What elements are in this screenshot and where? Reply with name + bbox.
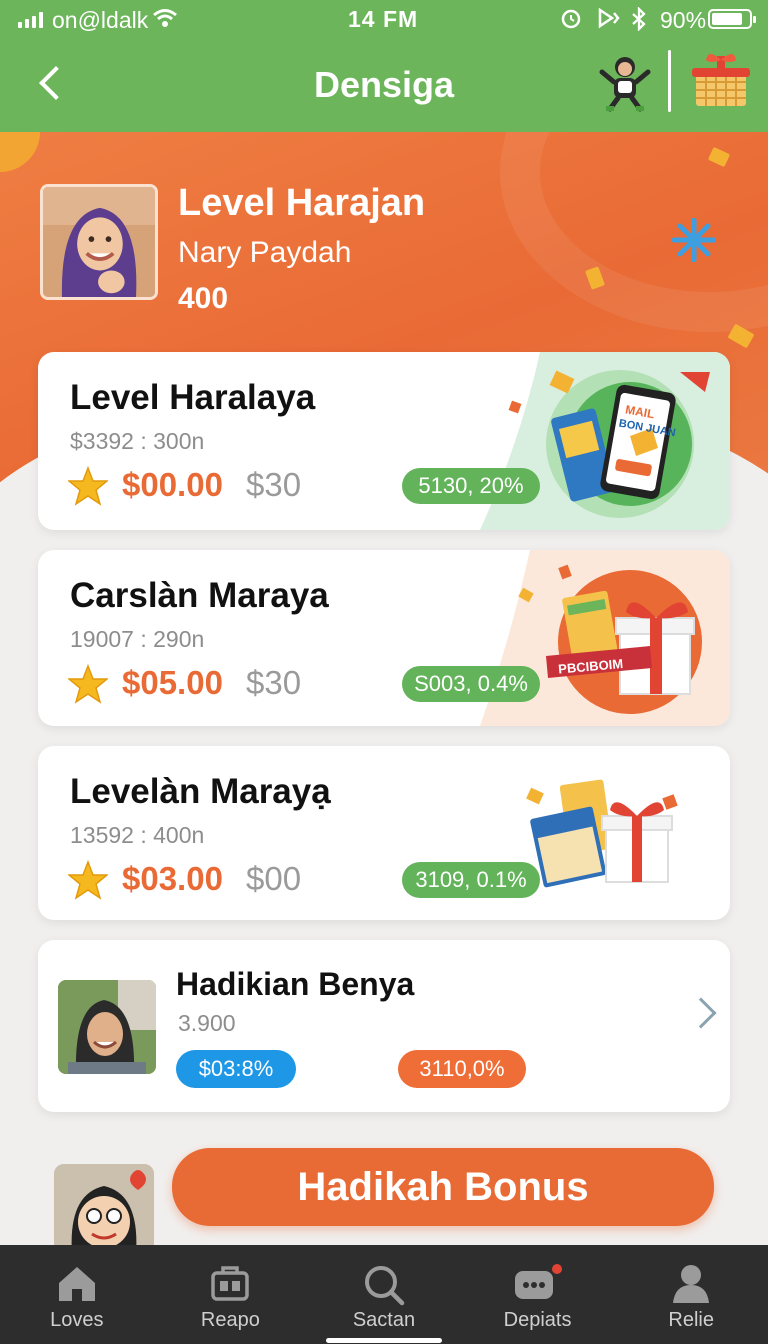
home-indicator <box>326 1338 442 1343</box>
offer-card[interactable]: MAIL BON JUAN Level Haralaya $3392 : 300… <box>38 352 730 530</box>
offer-card[interactable]: Levelàn Marayạ 13592 : 400n $03.00 $00 3… <box>38 746 730 920</box>
nav-item-reapo[interactable]: Reapo <box>154 1245 308 1344</box>
bonus-mascot-avatar <box>54 1164 154 1254</box>
offer-title: Carslàn Maraya <box>70 576 329 615</box>
star-icon <box>68 664 108 704</box>
offer-badge: 5130, 20% <box>402 468 540 504</box>
snowflake-icon <box>672 218 716 262</box>
star-icon <box>68 860 108 900</box>
profile-name: Nary Paydah <box>178 236 352 269</box>
search-icon <box>364 1266 405 1306</box>
gift-basket-icon[interactable] <box>690 48 752 110</box>
offer-title: Level Haralaya <box>70 378 316 417</box>
clock: 14 FM <box>348 6 419 32</box>
star-icon <box>68 466 108 506</box>
profile-level-title: Level Harajan <box>178 182 426 224</box>
chat-icon <box>514 1264 562 1299</box>
briefcase-icon <box>211 1266 250 1301</box>
header-divider <box>668 50 671 112</box>
nav-label: Sactan <box>352 1309 416 1331</box>
nav-item-loves[interactable]: Loves <box>0 1245 154 1344</box>
offer-title: Levelàn Marayạ <box>70 772 331 811</box>
featured-card[interactable]: Hadikian Benya 3.900 $03:8% 3110,0% <box>38 940 730 1112</box>
chevron-right-icon[interactable] <box>685 997 717 1029</box>
offer-old-price: $30 <box>246 664 302 701</box>
battery-percent: 90% <box>660 7 707 33</box>
offer-meta: 13592 : 400n <box>70 822 205 848</box>
app-header: on@ldalk 14 FM 90% Densiga <box>0 0 768 132</box>
nav-label: Loves <box>50 1309 104 1331</box>
offer-old-price: $00 <box>246 860 302 897</box>
featured-avatar <box>58 980 156 1074</box>
nav-label: Relie <box>668 1309 714 1331</box>
offer-meta: 19007 : 290n <box>70 626 205 652</box>
hero-decoration <box>500 132 768 332</box>
bonus-button[interactable]: Hadikah Bonus <box>172 1148 714 1226</box>
status-bar: on@ldalk 14 FM 90% <box>0 0 768 40</box>
nav-item-relie[interactable]: Relie <box>614 1245 768 1344</box>
rotation-lock-icon <box>598 7 620 29</box>
bluetooth-icon <box>632 7 646 31</box>
alarm-icon <box>561 9 581 29</box>
nav-label: Depiats <box>503 1309 572 1331</box>
featured-pill-blue: $03:8% <box>176 1050 296 1088</box>
profile-icon <box>673 1265 710 1303</box>
user-avatar[interactable] <box>40 184 158 300</box>
featured-pill-orange: 3110,0% <box>398 1050 526 1088</box>
offer-meta: $3392 : 300n <box>70 428 205 454</box>
nav-label: Reapo <box>200 1309 260 1331</box>
offer-price: $03.00 <box>122 860 223 897</box>
nav-item-sactan[interactable]: Sactan <box>307 1245 461 1344</box>
confetti <box>0 132 40 172</box>
featured-meta: 3.900 <box>178 1010 236 1036</box>
signal-icon <box>18 12 43 28</box>
nav-item-depiats[interactable]: Depiats <box>461 1245 615 1344</box>
offer-price: $00.00 <box>122 466 223 503</box>
home-icon <box>58 1267 95 1301</box>
offer-badge: S003, 0.4% <box>402 666 540 702</box>
wifi-icon <box>153 9 177 27</box>
battery-icon <box>708 9 756 29</box>
carrier-label: on@ldalk <box>52 7 149 33</box>
offer-card[interactable]: PBCIBOIM Carslàn Maraya 19007 : 290n $05… <box>38 550 730 726</box>
bottom-navigation: Loves Reapo Sactan Depiats Relie <box>0 1245 768 1344</box>
offer-badge: 3109, 0.1% <box>402 862 540 898</box>
offer-price: $05.00 <box>122 664 223 701</box>
featured-title: Hadikian Benya <box>176 966 415 1002</box>
profile-points: 400 <box>178 282 229 315</box>
mascot-icon[interactable] <box>596 52 654 112</box>
offer-old-price: $30 <box>246 466 302 503</box>
